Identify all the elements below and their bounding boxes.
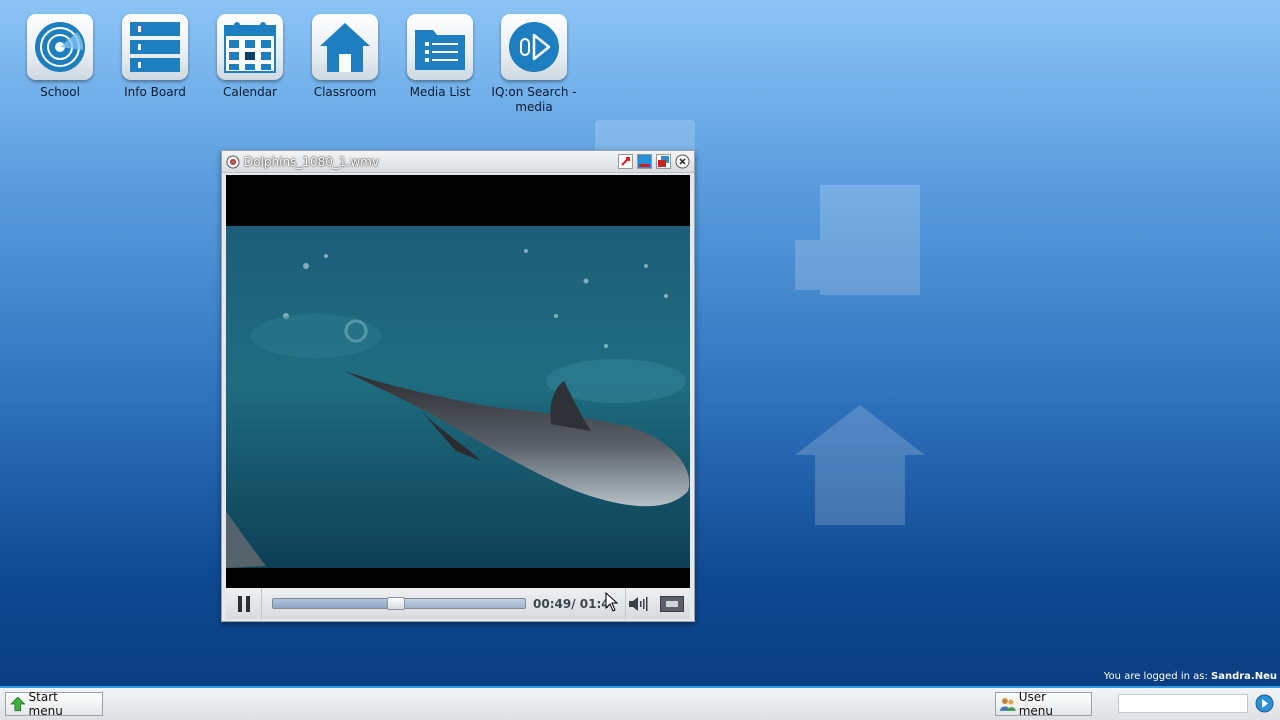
desktop-icon-label: IQ:on Search - media [491, 85, 577, 114]
folder-list-icon [407, 14, 473, 80]
desktop-icon-school[interactable]: School [15, 14, 105, 100]
desktop-icon-label: School [40, 85, 80, 99]
logged-in-user: Sandra.Neu [1211, 671, 1277, 682]
search-input[interactable] [1118, 694, 1248, 713]
up-arrow-icon [10, 696, 26, 712]
media-player-app-icon [226, 155, 240, 168]
restore-icon[interactable] [656, 154, 671, 169]
desktop-icon-label: Calendar [223, 85, 277, 99]
desktop-icon-label: Classroom [313, 85, 377, 99]
video-viewport[interactable] [226, 175, 690, 588]
minimize-icon[interactable] [637, 154, 652, 169]
background-cabinet-art [795, 185, 920, 295]
start-menu-label: Start menu [28, 690, 63, 718]
users-icon [1000, 698, 1016, 711]
seek-slider[interactable] [272, 597, 526, 610]
pause-button[interactable] [226, 588, 262, 619]
time-readout: 00:49/ 01:4 [533, 596, 610, 611]
search-go-icon[interactable] [1255, 694, 1274, 713]
volume-button[interactable] [625, 588, 651, 619]
seek-progress [273, 599, 397, 608]
window-title: Dolphins_1080_1.wmv [244, 154, 379, 169]
video-frame-dolphin [226, 226, 690, 568]
house-icon [312, 14, 378, 80]
info-board-icon [122, 14, 188, 80]
close-icon[interactable] [675, 154, 690, 169]
desktop-icon-media-list[interactable]: Media List [395, 14, 485, 100]
player-controls: 00:49/ 01:4 [226, 588, 690, 619]
media-player-window[interactable]: Dolphins_1080_1.wmv 00:49/ 01:4 [221, 150, 695, 622]
user-menu-button[interactable]: User menu [995, 690, 1092, 718]
desktop-icon-label: Info Board [124, 85, 186, 99]
logged-in-prefix: You are logged in as: [1103, 671, 1208, 682]
window-titlebar[interactable]: Dolphins_1080_1.wmv [222, 151, 694, 173]
calendar-icon [217, 14, 283, 80]
desktop-icon-iqon-search-media[interactable]: IQ:on Search - media [489, 14, 579, 115]
desktop-icon-info-board[interactable]: Info Board [110, 14, 200, 100]
mouse-cursor [605, 592, 619, 612]
fullscreen-button[interactable] [659, 594, 685, 614]
desktop-icon-label: Media List [409, 85, 471, 99]
radar-icon [27, 14, 93, 80]
start-menu-button[interactable]: Start menu [5, 690, 103, 718]
pin-icon[interactable] [618, 154, 633, 169]
logged-in-status: You are logged in as: Sandra.Neu [1104, 671, 1277, 682]
desktop-icon-calendar[interactable]: Calendar [205, 14, 295, 100]
play-search-icon [501, 14, 567, 80]
user-menu-label: User menu [1018, 690, 1054, 718]
desktop-icon-classroom[interactable]: Classroom [300, 14, 390, 100]
background-house-art [795, 405, 925, 525]
pause-icon [237, 595, 250, 612]
seek-thumb[interactable] [387, 597, 406, 610]
taskbar: Start menu User menu [0, 686, 1280, 720]
fullscreen-icon [660, 595, 684, 612]
speaker-icon [628, 596, 647, 611]
